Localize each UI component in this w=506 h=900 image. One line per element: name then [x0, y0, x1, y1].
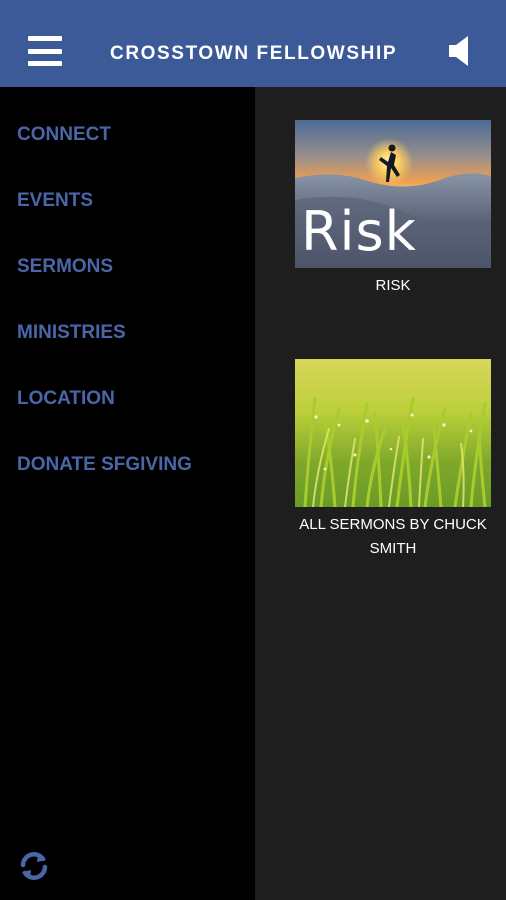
grass-thumbnail: [295, 359, 491, 507]
drawer-item-connect[interactable]: CONNECT: [17, 124, 111, 146]
drawer-item-sermons[interactable]: SERMONS: [17, 256, 113, 278]
hamburger-menu-icon[interactable]: [28, 36, 62, 66]
card-title-chuck-smith: ALL SERMONS BY CHUCK SMITH: [299, 516, 487, 557]
drawer-item-donate[interactable]: DONATE SFGIVING: [17, 454, 192, 476]
drawer-item-events[interactable]: EVENTS: [17, 190, 93, 212]
drawer-item-location[interactable]: LOCATION: [17, 388, 115, 410]
navigation-drawer: CONNECT EVENTS SERMONS MINISTRIES LOCATI…: [0, 87, 255, 900]
app-bar: CROSSTOWN FELLOWSHIP: [0, 0, 506, 87]
sermon-card-risk[interactable]: Risk RISK: [295, 120, 491, 298]
refresh-icon[interactable]: [17, 849, 51, 883]
sermon-list: Risk RISK ALL SERMONS BY CHUCK SMITH: [255, 87, 506, 900]
speaker-icon[interactable]: [448, 34, 474, 68]
drawer-item-ministries[interactable]: MINISTRIES: [17, 322, 126, 344]
risk-thumbnail: Risk: [295, 120, 491, 268]
app-title: CROSSTOWN FELLOWSHIP: [110, 43, 398, 64]
risk-thumbnail-text: Risk: [301, 200, 417, 263]
card-title-risk: RISK: [375, 277, 411, 294]
sermon-card-chuck-smith[interactable]: ALL SERMONS BY CHUCK SMITH: [295, 359, 491, 561]
